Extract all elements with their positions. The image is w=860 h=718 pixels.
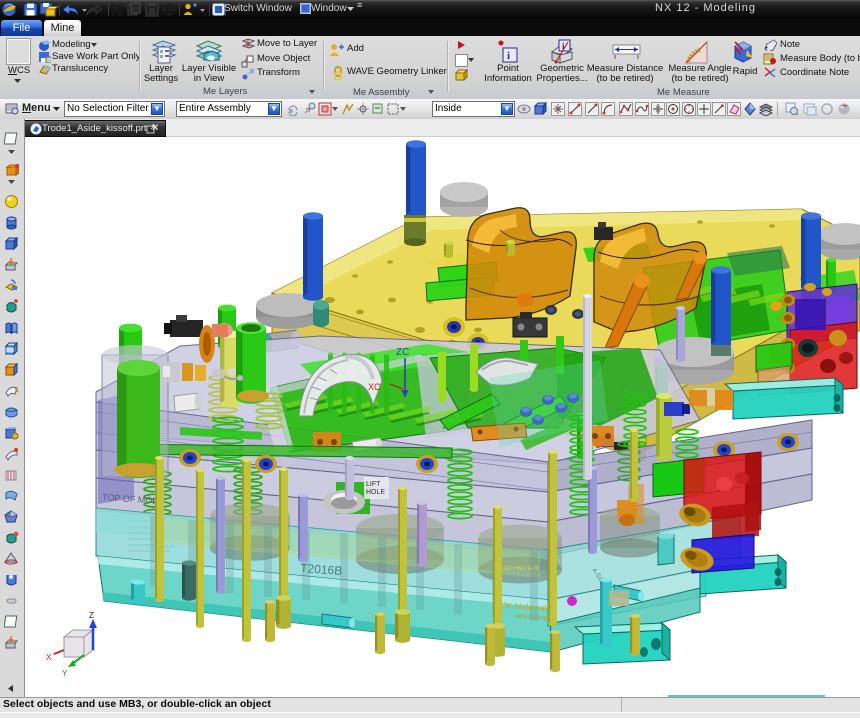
svg-text:Y: Y bbox=[62, 669, 68, 678]
svg-text:T2016B: T2016B bbox=[300, 561, 343, 578]
svg-text:ZC: ZC bbox=[396, 347, 409, 358]
svg-text:XC: XC bbox=[368, 382, 381, 392]
svg-text:HOLE: HOLE bbox=[366, 489, 385, 496]
svg-text:FIXED HALF A-20: FIXED HALF A-20 bbox=[498, 566, 539, 572]
svg-text:i: i bbox=[507, 50, 510, 62]
svg-text:X: X bbox=[46, 653, 52, 662]
svg-text:LIFT: LIFT bbox=[366, 481, 381, 488]
svg-text:Z: Z bbox=[89, 611, 94, 620]
